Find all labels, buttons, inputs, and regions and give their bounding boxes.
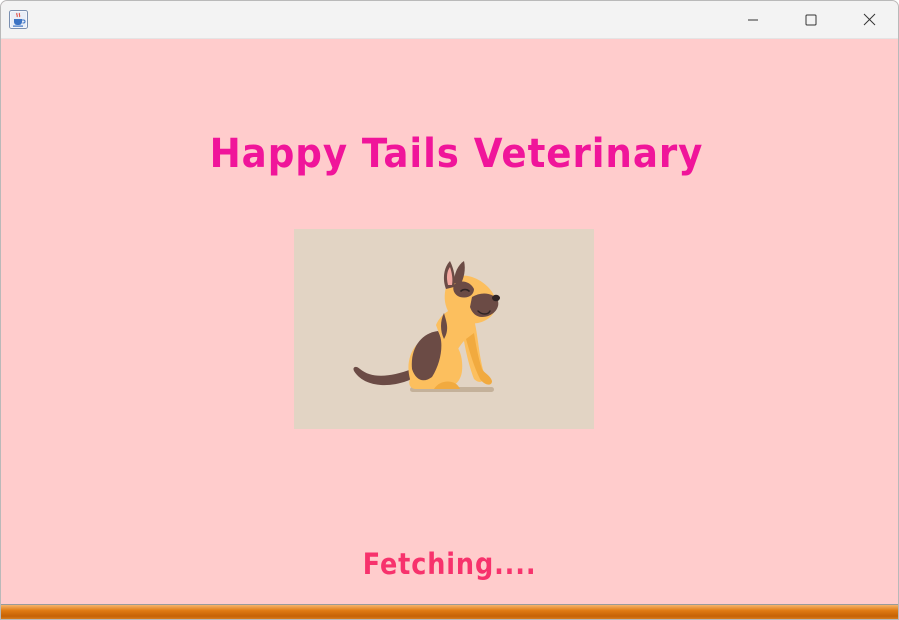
loading-progress-bar [1, 604, 898, 619]
splash-content: Happy Tails Veterinary Fetching.... [1, 39, 898, 605]
minimize-icon [748, 19, 758, 20]
sitting-dog-illustration [353, 261, 500, 392]
java-cup-icon [9, 10, 28, 29]
maximize-icon [805, 14, 817, 25]
close-button[interactable] [840, 1, 898, 38]
app-window: Happy Tails Veterinary Fetching.... [0, 0, 899, 620]
page-title: Happy Tails Veterinary [209, 131, 704, 177]
dog-image [294, 229, 594, 429]
maximize-button[interactable] [782, 1, 840, 38]
title-bar[interactable] [1, 1, 898, 39]
minimize-button[interactable] [724, 1, 782, 38]
progress-fill [1, 605, 898, 619]
loading-status: Fetching.... [362, 547, 537, 581]
close-icon [863, 13, 875, 26]
